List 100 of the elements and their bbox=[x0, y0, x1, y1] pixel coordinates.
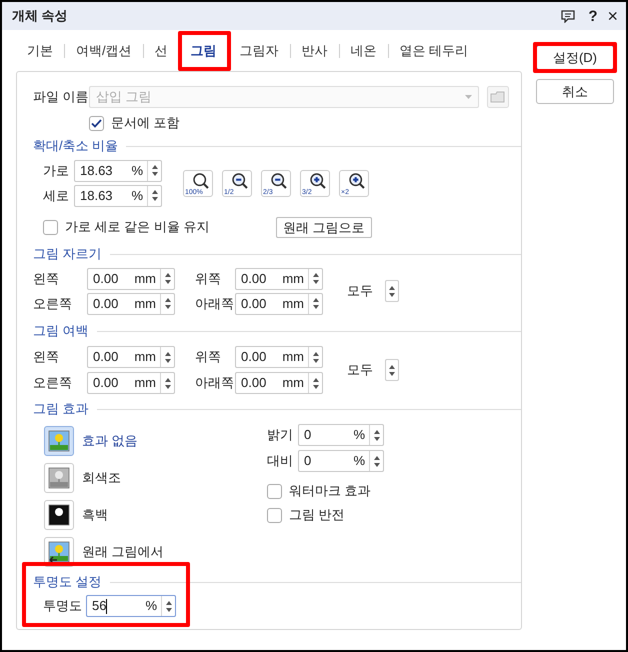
section-title: 그림 자르기 bbox=[33, 245, 102, 264]
magnifier-icon bbox=[271, 172, 287, 188]
effect-label: 흑백 bbox=[82, 506, 108, 524]
checkbox[interactable] bbox=[89, 116, 104, 130]
section-title: 확대/축소 비율 bbox=[33, 137, 118, 156]
up-arrow-icon bbox=[312, 378, 318, 382]
magnifier-icon bbox=[349, 172, 365, 188]
down-arrow-icon bbox=[389, 372, 395, 376]
effect-button[interactable] bbox=[44, 500, 74, 530]
number-field[interactable]: 0.00 mm bbox=[235, 268, 323, 290]
dropdown-arrow-icon bbox=[465, 95, 472, 99]
up-arrow-icon bbox=[164, 378, 170, 382]
image-icon bbox=[48, 540, 70, 562]
highlight-frame bbox=[178, 30, 231, 70]
spin-button[interactable] bbox=[160, 347, 174, 367]
number-field[interactable]: 56 % bbox=[86, 595, 176, 617]
field-label: 오른쪽 bbox=[33, 374, 72, 392]
number-field[interactable]: 0 % bbox=[298, 424, 384, 446]
tab[interactable]: 그림 bbox=[180, 36, 228, 64]
spin-button[interactable] bbox=[160, 373, 174, 393]
down-arrow-icon bbox=[164, 384, 170, 388]
down-arrow-icon bbox=[312, 358, 318, 362]
tab[interactable]: 여백/캡션 bbox=[65, 36, 143, 64]
spin-button[interactable] bbox=[160, 268, 174, 288]
image-icon bbox=[48, 504, 70, 526]
tab[interactable]: 그림자 bbox=[228, 36, 290, 64]
up-arrow-icon bbox=[312, 352, 318, 356]
tab[interactable]: 기본 bbox=[16, 36, 64, 64]
up-arrow-icon bbox=[166, 600, 172, 604]
up-arrow-icon bbox=[389, 286, 395, 290]
dialog-button[interactable]: 설정(D) bbox=[536, 45, 614, 70]
spin-button[interactable] bbox=[161, 596, 175, 616]
down-arrow-icon bbox=[164, 280, 170, 284]
spin-button[interactable] bbox=[385, 280, 399, 302]
number-field[interactable]: 0.00 mm bbox=[87, 372, 175, 394]
section-title: 그림 여백 bbox=[33, 322, 89, 340]
spin-button[interactable] bbox=[147, 186, 161, 206]
spin-button[interactable] bbox=[160, 294, 174, 314]
spin-button[interactable] bbox=[308, 268, 322, 288]
down-arrow-icon bbox=[164, 358, 170, 362]
tab[interactable]: 옅은 테두리 bbox=[388, 36, 480, 64]
down-arrow-icon bbox=[152, 197, 158, 201]
comment-icon[interactable] bbox=[561, 10, 576, 22]
up-arrow-icon bbox=[152, 165, 158, 169]
effect-label: 회색조 bbox=[82, 468, 121, 487]
section-title: 투명도 설정 bbox=[33, 573, 102, 592]
window-title: 개체 속성 bbox=[12, 7, 69, 26]
field-label: 모두 bbox=[347, 361, 373, 380]
up-arrow-icon bbox=[374, 456, 380, 460]
down-arrow-icon bbox=[312, 280, 318, 284]
field-label: 대비 bbox=[267, 452, 294, 470]
tab[interactable]: 선 bbox=[144, 36, 179, 64]
checkbox[interactable] bbox=[267, 484, 282, 498]
down-arrow-icon bbox=[166, 608, 172, 612]
up-arrow-icon bbox=[164, 352, 170, 356]
field-label: 오른쪽 bbox=[33, 294, 72, 313]
spin-button[interactable] bbox=[308, 294, 322, 314]
field-label: 세로 bbox=[43, 186, 70, 205]
field-label: 아래쪽 bbox=[195, 294, 234, 313]
spin-button[interactable] bbox=[385, 359, 399, 381]
up-arrow-icon bbox=[164, 273, 170, 277]
up-arrow-icon bbox=[312, 298, 318, 302]
up-arrow-icon bbox=[164, 298, 170, 302]
field-label: 왼쪽 bbox=[33, 270, 59, 288]
number-field[interactable]: 0.00 mm bbox=[87, 268, 175, 290]
field-label: 아래쪽 bbox=[195, 374, 234, 392]
section-title: 그림 효과 bbox=[33, 400, 89, 418]
spin-button[interactable] bbox=[308, 373, 322, 393]
image-icon bbox=[48, 430, 70, 452]
number-field[interactable]: 0.00 mm bbox=[235, 292, 323, 314]
down-arrow-icon bbox=[374, 462, 380, 466]
up-arrow-icon bbox=[312, 273, 318, 277]
checkbox-label: 문서에 포함 bbox=[111, 114, 180, 132]
original-size-button[interactable]: 원래 그림으로 bbox=[276, 216, 372, 238]
field-label: 모두 bbox=[347, 282, 373, 300]
field-label: 왼쪽 bbox=[33, 348, 59, 366]
number-field[interactable]: 0.00 mm bbox=[87, 292, 175, 314]
number-field[interactable]: 18.63 % bbox=[74, 160, 162, 182]
effect-label: 효과 없음 bbox=[82, 432, 138, 450]
spin-button[interactable] bbox=[369, 451, 383, 471]
field-label: 가로 bbox=[43, 162, 70, 180]
up-arrow-icon bbox=[374, 430, 380, 434]
spin-button[interactable] bbox=[147, 160, 161, 180]
spin-button[interactable] bbox=[308, 347, 322, 367]
field-label: 투명도 bbox=[43, 597, 83, 616]
checkbox[interactable] bbox=[267, 508, 282, 522]
close-button[interactable]: × bbox=[607, 7, 618, 25]
checkbox[interactable] bbox=[43, 220, 58, 234]
spin-button[interactable] bbox=[369, 425, 383, 445]
number-field[interactable]: 0.00 mm bbox=[87, 346, 175, 368]
number-field[interactable]: 0.00 mm bbox=[235, 372, 323, 394]
dialog-button[interactable]: 취소 bbox=[536, 79, 614, 104]
help-button[interactable]: ? bbox=[588, 8, 598, 24]
tab[interactable]: 반사 bbox=[290, 36, 339, 64]
field-label: 위쪽 bbox=[195, 348, 221, 366]
magnifier-icon bbox=[232, 172, 248, 188]
number-field[interactable]: 18.63 % bbox=[74, 184, 162, 206]
number-field[interactable]: 0 % bbox=[298, 450, 384, 472]
number-field[interactable]: 0.00 mm bbox=[235, 346, 323, 368]
tab[interactable]: 네온 bbox=[340, 36, 388, 64]
